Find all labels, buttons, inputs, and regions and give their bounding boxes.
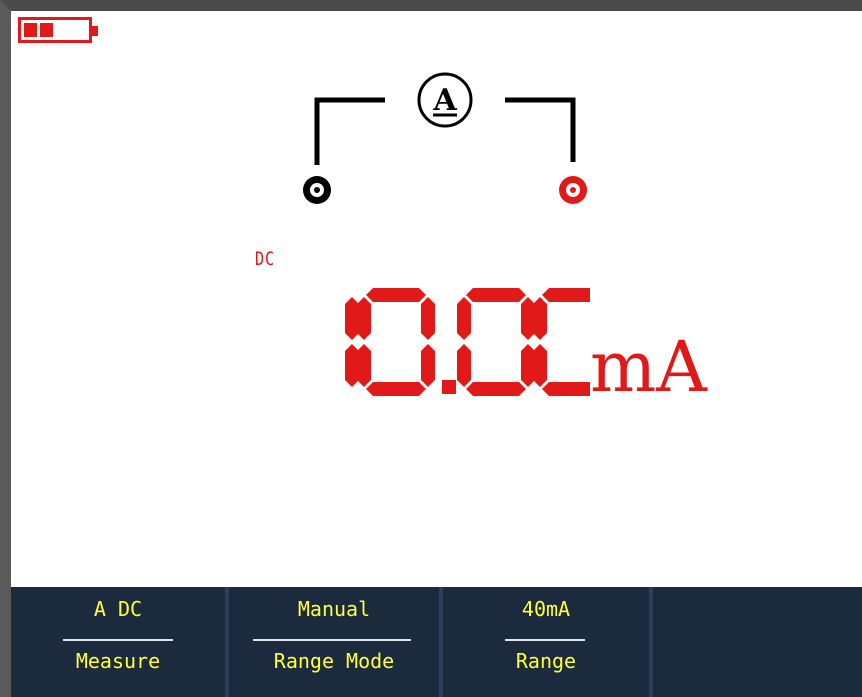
segment	[466, 382, 526, 396]
softkey-range-mode[interactable]: Manual Range Mode	[229, 587, 439, 697]
battery-bar	[40, 23, 53, 37]
decimal-point	[442, 380, 456, 394]
softkey-divider	[63, 639, 173, 641]
segment	[533, 344, 547, 387]
segment	[542, 382, 602, 396]
softkey-blank[interactable]	[653, 587, 862, 697]
meter-symbol: A	[432, 83, 457, 118]
digit	[357, 288, 435, 396]
segment	[345, 344, 359, 387]
measurement-reading	[280, 288, 611, 404]
segment	[521, 344, 535, 387]
measurement-unit: mA	[590, 326, 707, 408]
softkey-label: Measure	[75, 649, 161, 673]
softkey-bar: A DC Measure Manual Range Mode 40mA Rang…	[11, 587, 862, 697]
segment	[421, 344, 435, 387]
screen-edge	[851, 11, 862, 587]
segment	[466, 288, 526, 302]
battery-bar	[24, 23, 37, 37]
terminal-input-icon	[559, 176, 587, 204]
seven-segment-value	[345, 288, 611, 396]
segment	[457, 297, 471, 340]
wire-left	[314, 97, 385, 165]
softkey-value: A DC	[93, 597, 143, 621]
softkey-value: Manual	[297, 597, 371, 621]
segment	[457, 344, 471, 387]
battery-icon	[18, 17, 98, 43]
battery-terminal	[92, 26, 98, 36]
softkey-label: Range	[515, 649, 577, 673]
digit	[457, 288, 535, 396]
softkey-divider	[505, 639, 585, 641]
wire-right	[505, 97, 576, 162]
digit	[345, 297, 359, 387]
segment	[366, 382, 426, 396]
segment	[357, 297, 371, 340]
softkey-measure[interactable]: A DC Measure	[11, 587, 225, 697]
digit	[533, 288, 611, 396]
softkey-value: 40mA	[521, 597, 571, 621]
segment	[357, 344, 371, 387]
softkey-label: Range Mode	[273, 649, 395, 673]
terminal-com-icon	[303, 176, 331, 204]
segment	[542, 288, 602, 302]
softkey-divider	[253, 639, 411, 641]
measurement-mode: DC	[255, 248, 275, 270]
probe-connection-diagram: A	[260, 62, 620, 226]
segment	[521, 297, 535, 340]
segment	[345, 297, 359, 340]
segment	[533, 297, 547, 340]
ammeter-symbol-icon: A	[417, 72, 473, 128]
segment	[366, 288, 426, 302]
softkey-range[interactable]: 40mA Range	[443, 587, 649, 697]
segment	[421, 297, 435, 340]
